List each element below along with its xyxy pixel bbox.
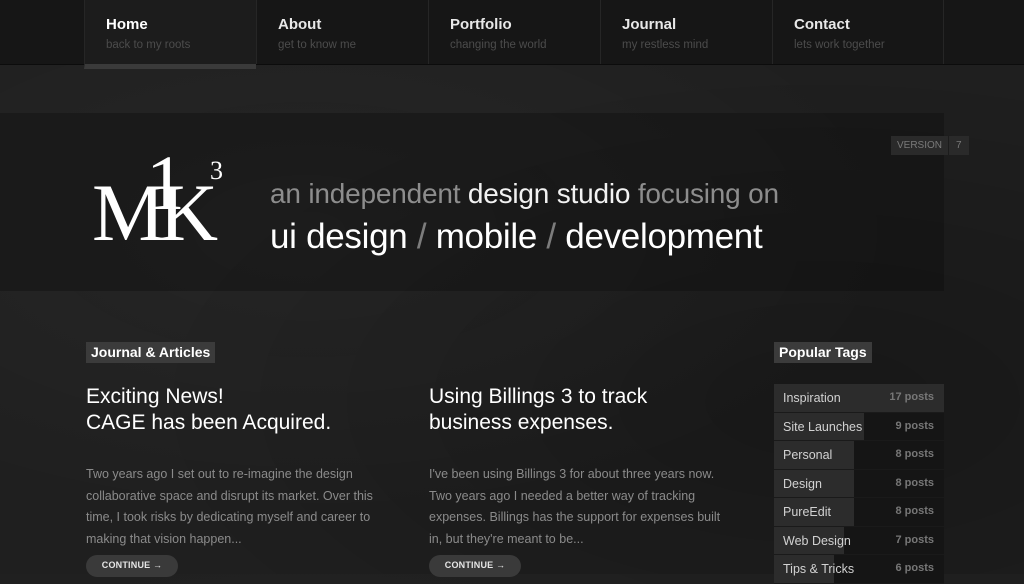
tag-item[interactable]: PureEdit 8 posts: [774, 498, 944, 527]
tag-name: Site Launches: [783, 419, 863, 434]
nav-item-about[interactable]: About get to know me: [256, 0, 428, 64]
nav-item-journal[interactable]: Journal my restless mind: [600, 0, 772, 64]
tagline-line-1: an independent design studio focusing on: [270, 176, 779, 212]
nav-title: Contact: [794, 16, 850, 33]
nav-item-portfolio[interactable]: Portfolio changing the world: [428, 0, 600, 64]
nav-title: Home: [106, 16, 148, 33]
tag-name: Personal: [783, 448, 833, 462]
tag-item[interactable]: Inspiration 17 posts: [774, 384, 944, 413]
nav-title: Portfolio: [450, 16, 512, 33]
tag-count: 7 posts: [895, 533, 934, 546]
tag-count: 8 posts: [895, 448, 934, 460]
tag-count: 8 posts: [895, 476, 934, 489]
logo-one: 1: [146, 139, 185, 226]
nav-subtitle: get to know me: [278, 39, 356, 51]
nav-item-home[interactable]: Home back to my roots: [84, 0, 256, 69]
article-title-line: business expenses.: [429, 411, 614, 434]
nav-subtitle: back to my roots: [106, 39, 191, 51]
journal-section-label: Journal & Articles: [86, 342, 216, 363]
tag-name: Inspiration: [783, 391, 841, 405]
tag-item[interactable]: Personal 8 posts: [774, 441, 944, 470]
tag-list: Inspiration 17 posts Site Launches 9 pos…: [774, 384, 944, 584]
tag-count: 9 posts: [895, 419, 934, 432]
tagline-text: an independent: [270, 178, 468, 209]
hero-tagline: an independent design studio focusing on…: [270, 176, 779, 259]
tag-name: Design: [783, 476, 822, 491]
version-label: VERSION: [897, 140, 943, 151]
nav-items: Home back to my roots About get to know …: [84, 0, 944, 69]
tag-item[interactable]: Design 8 posts: [774, 469, 944, 498]
nav-subtitle: my restless mind: [622, 39, 709, 51]
version-number: 7: [948, 136, 969, 155]
article-title-line: CAGE has been Acquired.: [86, 411, 332, 434]
separator: /: [407, 217, 436, 256]
tag-item[interactable]: Tips & Tricks 6 posts: [774, 555, 944, 584]
tagline-text: focusing on: [630, 178, 779, 209]
tag-count: 8 posts: [895, 505, 934, 517]
tag-count: 17 posts: [889, 391, 934, 403]
mk3-logo[interactable]: MK 1 3: [92, 139, 232, 254]
article-title[interactable]: Exciting News! CAGE has been Acquired.: [86, 384, 386, 436]
tag-item[interactable]: Site Launches 9 posts: [774, 412, 944, 441]
tags-section-label: Popular Tags: [774, 342, 872, 363]
article-title-line: Exciting News!: [86, 385, 224, 408]
tag-name: Web Design: [783, 533, 851, 548]
article-title[interactable]: Using Billings 3 to track business expens…: [429, 384, 729, 436]
tag-count: 6 posts: [895, 562, 934, 574]
separator: /: [537, 217, 566, 256]
nav-title: Journal: [622, 16, 677, 33]
version-badge: VERSION 7: [891, 136, 969, 155]
tagline-line-2: ui design / mobile / development: [270, 215, 779, 259]
top-navigation: Home back to my roots About get to know …: [0, 0, 1024, 69]
tagline-highlight: design studio: [467, 178, 631, 209]
article-excerpt: I've been using Billings 3 for about thr…: [429, 467, 721, 546]
nav-subtitle: changing the world: [450, 39, 547, 51]
service-mobile: mobile: [435, 217, 538, 256]
nav-item-contact[interactable]: Contact lets work together: [772, 0, 944, 64]
tag-name: PureEdit: [783, 505, 831, 519]
service-ui-design: ui design: [270, 217, 408, 256]
article-card: Using Billings 3 to track business expens…: [429, 384, 729, 550]
article-excerpt: Two years ago I set out to re-imagine th…: [86, 467, 373, 546]
article-title-line: Using Billings 3 to track: [429, 385, 648, 408]
service-development: development: [565, 217, 763, 256]
nav-subtitle: lets work together: [794, 39, 885, 51]
article-card: Exciting News! CAGE has been Acquired. Tw…: [86, 384, 386, 550]
tag-item[interactable]: Web Design 7 posts: [774, 526, 944, 555]
nav-title: About: [278, 16, 322, 33]
logo-superscript: 3: [210, 156, 223, 185]
